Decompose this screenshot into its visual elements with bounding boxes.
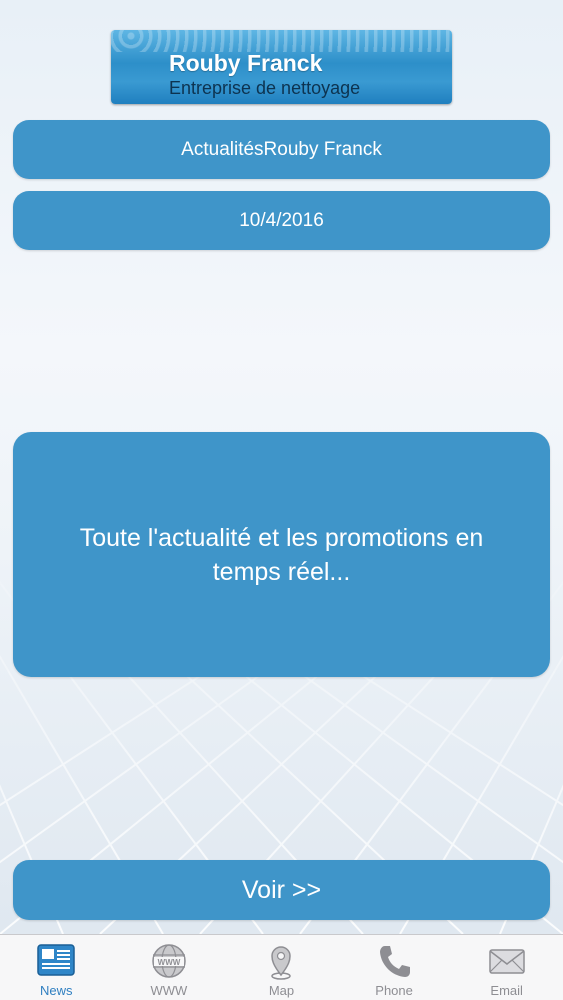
tab-map[interactable]: Map	[225, 935, 338, 1000]
tab-bar: News WWW WWW Map Phone Email	[0, 934, 563, 1000]
voir-button[interactable]: Voir >>	[13, 860, 550, 920]
tab-phone-label: Phone	[375, 983, 413, 998]
tab-email-label: Email	[490, 983, 523, 998]
newspaper-icon	[37, 944, 76, 976]
news-title: ActualitésRouby Franck	[13, 120, 550, 179]
tab-map-label: Map	[268, 983, 295, 998]
tab-news[interactable]: News	[0, 935, 113, 1000]
map-pin-icon	[271, 946, 292, 980]
tab-email[interactable]: Email	[450, 935, 563, 1000]
company-logo: Rouby Franck Entreprise de nettoyage	[111, 30, 452, 104]
envelope-icon	[488, 949, 525, 974]
news-screen: Rouby Franck Entreprise de nettoyage Act…	[0, 0, 563, 1000]
svg-text:WWW: WWW	[158, 958, 181, 967]
logo-title: Rouby Franck	[169, 50, 323, 76]
tab-www-label: WWW	[150, 983, 188, 998]
logo-subtitle: Entreprise de nettoyage	[169, 78, 361, 98]
news-body: Toute l'actualité et les promotions en t…	[13, 432, 550, 677]
news-date: 10/4/2016	[13, 191, 550, 250]
globe-icon: WWW	[152, 944, 186, 978]
logo-water-decoration	[111, 30, 452, 52]
tab-www[interactable]: WWW WWW	[113, 935, 226, 1000]
tab-news-label: News	[40, 983, 73, 998]
tab-phone[interactable]: Phone	[338, 935, 451, 1000]
phone-icon	[380, 946, 411, 977]
